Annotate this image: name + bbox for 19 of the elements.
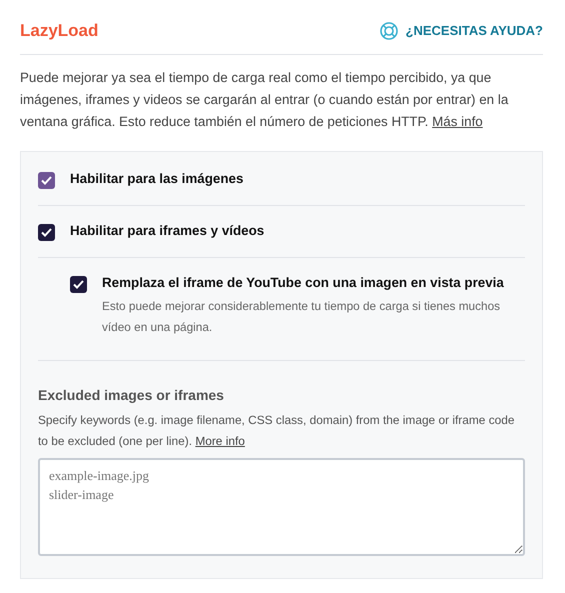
option-label: Remplaza el iframe de YouTube con una imagen en vista previa [102,274,505,292]
page-title: LazyLoad [20,20,98,42]
exclusions-field[interactable]: example-image.jpg slider-image [38,458,525,556]
check-icon [41,176,52,184]
check-icon [73,280,84,288]
intro-text: Puede mejorar ya sea el tiempo de carga real como el tiempo percibido, ya que imágenes, iframes y videos se cargarán al entrar (o cuando están por entrar) en la ventana gráfica. Esto reduce también el número de peticiones HTTP. Más info [20,68,510,131]
checkbox[interactable] [70,276,87,292]
more-info-link[interactable]: More info [195,434,245,448]
section-description: Specify keywords (e.g. image filename, CSS class, domain) from the image or iframe code to be excluded (one per line). More info [38,412,516,450]
help-link[interactable]: ¿NECESITAS AYUDA? [380,21,543,40]
section-title: Excluded images or iframes [38,386,225,405]
check-icon [41,228,52,236]
option-label: Habilitar para las imágenes [70,170,244,188]
lifebuoy-icon [380,22,398,40]
option-description: Esto puede mejorar considerablemente tu tiempo de carga si tienes muchos vídeo en una página. [102,298,502,336]
more-info-link[interactable]: Más info [432,114,483,128]
checkbox[interactable] [38,224,55,240]
checkbox[interactable] [38,172,55,188]
option-label: Habilitar para iframes y vídeos [70,222,264,240]
